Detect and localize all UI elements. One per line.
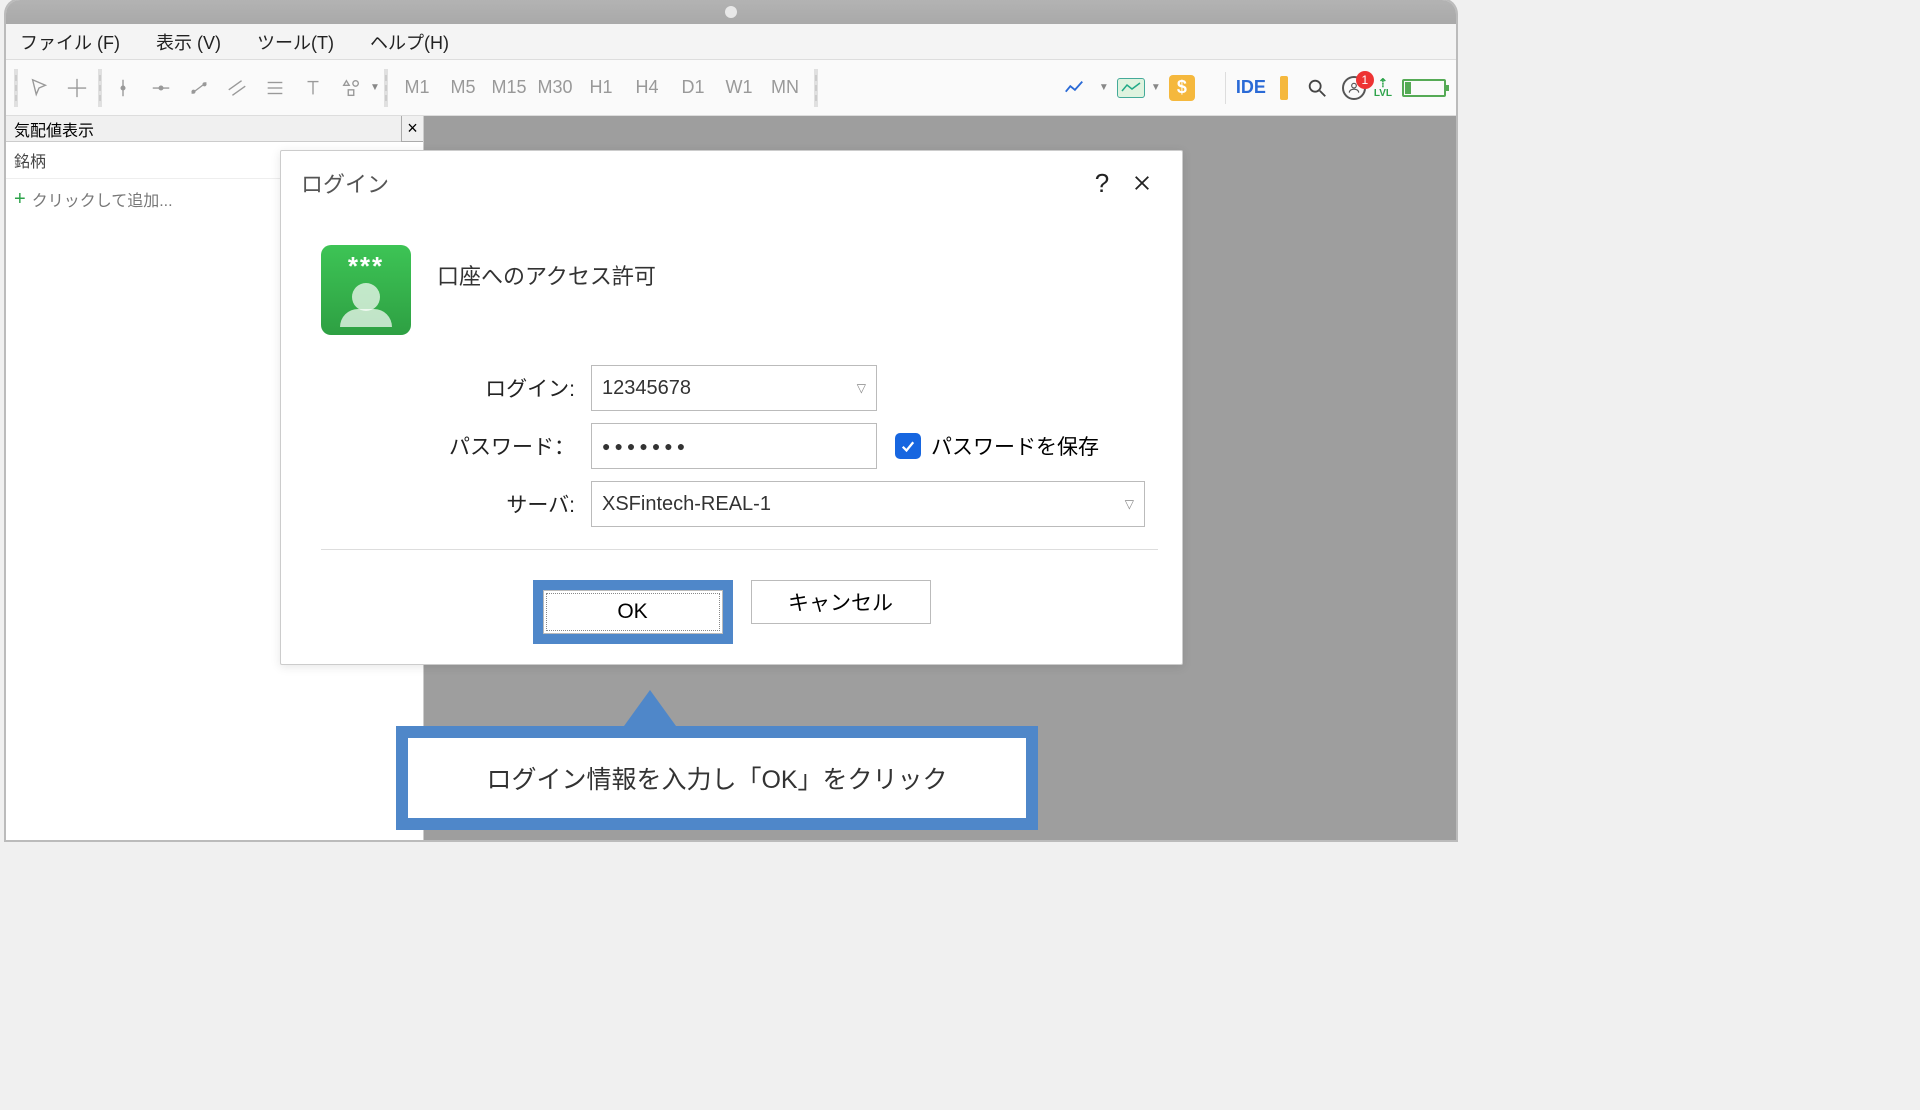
callout-arrow-icon (624, 690, 676, 726)
timeframe-d1[interactable]: D1 (672, 77, 714, 98)
channel-icon[interactable] (220, 71, 254, 105)
toolbar: ▼ M1 M5 M15 M30 H1 H4 D1 W1 MN ▼ ▼ $ IDE (6, 60, 1456, 116)
toolbar-separator (98, 69, 102, 107)
cancel-button[interactable]: キャンセル (751, 580, 931, 624)
title-bar-dot (725, 6, 737, 18)
dialog-separator (321, 549, 1158, 550)
panel-title-text: 気配値表示 (14, 117, 94, 141)
title-bar (6, 0, 1456, 24)
password-label: パスワード： (321, 431, 591, 461)
line-chart-icon[interactable] (1057, 71, 1091, 105)
shapes-dropdown-icon[interactable]: ▼ (370, 82, 382, 93)
timeframe-m1[interactable]: M1 (396, 77, 438, 98)
server-value: XSFintech-REAL-1 (602, 493, 771, 516)
vertical-line-icon[interactable] (106, 71, 140, 105)
search-icon[interactable] (1300, 71, 1334, 105)
login-value: 12345678 (602, 377, 691, 400)
dialog-help-icon[interactable]: ? (1082, 163, 1122, 203)
save-password-label: パスワードを保存 (931, 431, 1099, 461)
save-password-checkbox[interactable]: パスワードを保存 (895, 431, 1099, 461)
timeframe-h1[interactable]: H1 (580, 77, 622, 98)
timeframe-m30[interactable]: M30 (534, 77, 576, 98)
battery-icon (1402, 79, 1446, 97)
trade-icon[interactable]: $ (1169, 75, 1195, 101)
login-dialog: ログイン ? *** 口座へのアクセス許可 ログイン: 12345678 ▽ (280, 150, 1183, 665)
level-icon[interactable]: ⇡LVL (1374, 77, 1392, 99)
chevron-down-icon[interactable]: ▽ (1125, 497, 1134, 511)
checkbox-checked-icon (895, 433, 921, 459)
add-symbol-label: クリックして追加... (32, 187, 173, 211)
profile-icon[interactable]: 1 (1342, 75, 1368, 101)
login-input[interactable]: 12345678 ▽ (591, 365, 877, 411)
marker-icon[interactable] (1280, 76, 1288, 100)
fibonacci-icon[interactable] (258, 71, 292, 105)
timeframe-mn[interactable]: MN (764, 77, 806, 98)
timeframe-h4[interactable]: H4 (626, 77, 668, 98)
toolbar-separator (14, 69, 18, 107)
toolbar-separator (1225, 72, 1226, 104)
timeframe-m15[interactable]: M15 (488, 77, 530, 98)
panel-title: 気配値表示 × (6, 116, 423, 142)
indicator-dropdown-icon[interactable]: ▼ (1151, 82, 1163, 93)
server-label: サーバ: (321, 489, 591, 519)
text-icon[interactable] (296, 71, 330, 105)
timeframe-m5[interactable]: M5 (442, 77, 484, 98)
ok-button-highlight: OK (533, 580, 733, 644)
toolbar-separator (384, 69, 388, 107)
ok-button[interactable]: OK (543, 590, 723, 634)
panel-close-icon[interactable]: × (401, 116, 423, 142)
instruction-callout: ログイン情報を入力し「OK」をクリック (396, 690, 1038, 830)
timeframe-group: M1 M5 M15 M30 H1 H4 D1 W1 MN (390, 77, 812, 98)
menu-file[interactable]: ファイル (F) (20, 29, 120, 55)
login-user-icon: *** (321, 245, 411, 335)
ide-button[interactable]: IDE (1232, 77, 1270, 98)
app-window: ファイル (F) 表示 (V) ツール(T) ヘルプ(H) ▼ M1 M5 M1… (6, 0, 1456, 840)
cursor-icon[interactable] (22, 71, 56, 105)
toolbar-separator (814, 69, 818, 107)
chevron-down-icon[interactable]: ▽ (857, 381, 866, 395)
horizontal-line-icon[interactable] (144, 71, 178, 105)
indicator-icon[interactable] (1117, 78, 1145, 98)
chart-type-dropdown-icon[interactable]: ▼ (1099, 82, 1111, 93)
login-label: ログイン: (321, 373, 591, 403)
notification-badge: 1 (1356, 71, 1374, 89)
dialog-prompt: 口座へのアクセス許可 (437, 245, 656, 291)
dialog-title-bar: ログイン ? (281, 151, 1182, 215)
password-input[interactable]: ●●●●●●● (591, 423, 877, 469)
menu-bar: ファイル (F) 表示 (V) ツール(T) ヘルプ(H) (6, 24, 1456, 60)
shapes-icon[interactable] (334, 71, 368, 105)
server-select[interactable]: XSFintech-REAL-1 ▽ (591, 481, 1145, 527)
crosshair-icon[interactable] (60, 71, 94, 105)
timeframe-w1[interactable]: W1 (718, 77, 760, 98)
dialog-title: ログイン (301, 167, 389, 199)
plus-icon: + (14, 189, 26, 209)
menu-tools[interactable]: ツール(T) (257, 29, 334, 55)
callout-text: ログイン情報を入力し「OK」をクリック (408, 738, 1026, 818)
dialog-close-icon[interactable] (1122, 163, 1162, 203)
trend-line-icon[interactable] (182, 71, 216, 105)
menu-view[interactable]: 表示 (V) (156, 29, 221, 55)
menu-help[interactable]: ヘルプ(H) (370, 29, 449, 55)
